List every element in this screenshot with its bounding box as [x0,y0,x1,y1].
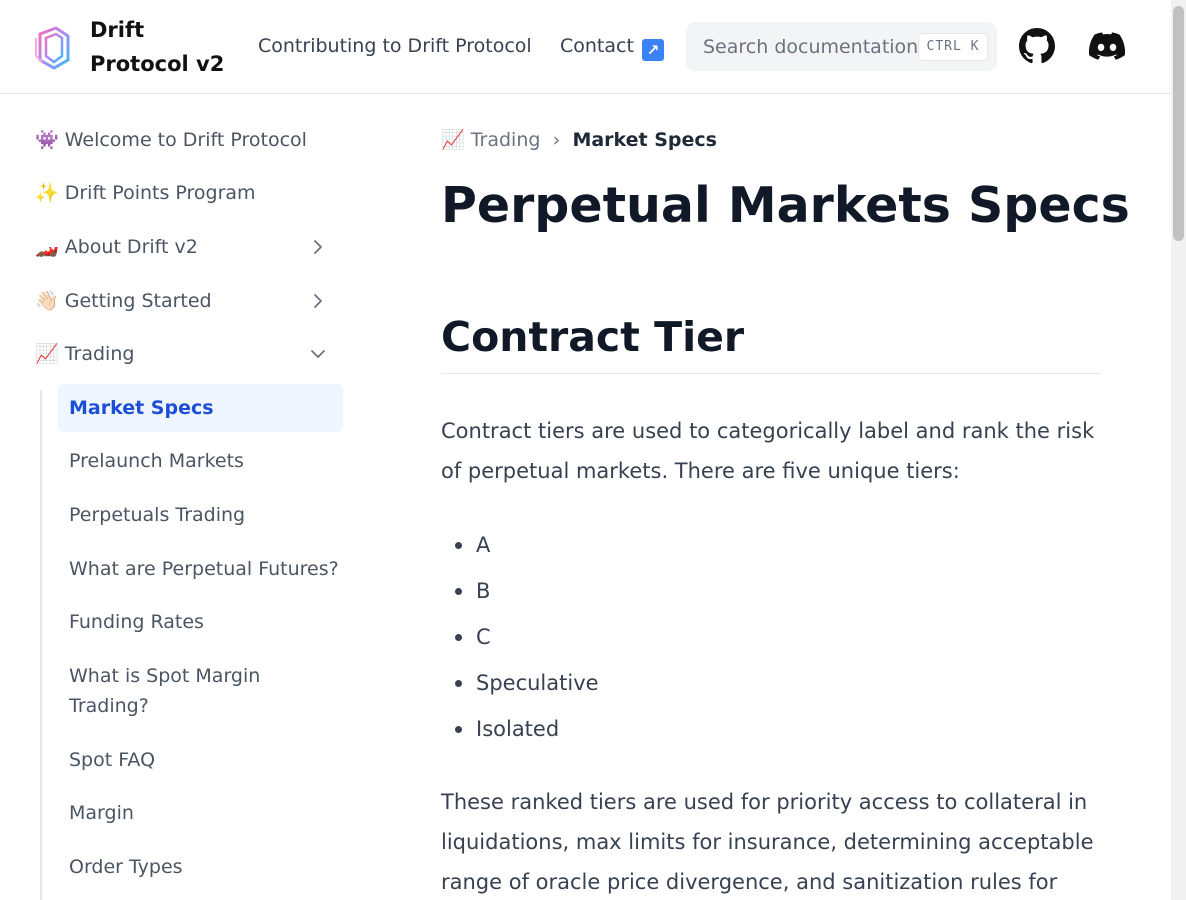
sidebar-item-spot-faq[interactable]: Spot FAQ [69,745,339,775]
sidebar-item-label: Getting Started [64,290,212,312]
sidebar-item-label: About Drift v2 [64,236,198,258]
sidebar-item-market-specs[interactable]: Market Specs [69,393,339,423]
sidebar-item-label: Welcome to Drift Protocol [64,129,307,151]
sidebar-item-getting-started[interactable]: 👋🏻 Getting Started [35,287,335,315]
top-header: Drift Protocol v2 Contributing to Drift … [0,0,1171,94]
intro-paragraph: Contract tiers are used to categorically… [441,419,1095,483]
sidebar-item-emoji: 🏎️ [35,236,59,258]
list-item: A [441,522,1101,568]
sidebar-item-perpetual-futures[interactable]: What are Perpetual Futures? [69,554,339,584]
tiers-usage-paragraph: These ranked tiers are used for priority… [441,790,1094,894]
page-scrollbar-thumb[interactable] [1173,6,1184,241]
search-input[interactable]: Search documentation... CTRL K [686,22,997,71]
external-link-icon: ↗ [641,39,664,61]
tier-list: A B C Speculative Isolated [441,522,1101,752]
breadcrumb: 📈 Trading › Market Specs [441,126,717,154]
chevron-down-icon[interactable] [308,344,328,364]
github-icon[interactable] [1019,28,1055,64]
list-item: C [441,614,1101,660]
breadcrumb-emoji: 📈 [441,129,465,151]
sidebar-item-points-program[interactable]: ✨ Drift Points Program [35,179,335,207]
sidebar-item-welcome[interactable]: 👾 Welcome to Drift Protocol [35,126,335,154]
search-placeholder: Search documentation... [703,36,918,58]
chevron-right-icon: › [552,129,561,151]
breadcrumb-current: Market Specs [572,129,717,151]
sidebar-item-emoji: 👋🏻 [35,290,59,312]
chevron-right-icon[interactable] [308,291,328,311]
sidebar-item-emoji: 👾 [35,129,59,151]
sidebar-item-about[interactable]: 🏎️ About Drift v2 [35,233,335,261]
sidebar-item-prelaunch-markets[interactable]: Prelaunch Markets [69,446,339,476]
section-heading: Contract Tier [441,313,745,361]
sidebar-item-order-types[interactable]: Order Types [69,852,339,882]
nav-contact-link[interactable]: Contact ↗ [560,32,664,61]
heading-divider [441,373,1101,374]
breadcrumb-parent-link[interactable]: Trading [471,129,541,151]
chevron-right-icon[interactable] [308,237,328,257]
search-shortcut-badge: CTRL K [918,33,988,61]
sidebar-item-perpetuals-trading[interactable]: Perpetuals Trading [69,500,339,530]
sidebar-item-trading[interactable]: 📈 Trading [35,340,335,368]
list-item: B [441,568,1101,614]
sidebar-item-label: Trading [64,343,135,365]
discord-icon[interactable] [1089,31,1125,61]
brand-title[interactable]: Drift Protocol v2 [90,13,240,81]
page-title: Perpetual Markets Specs [441,177,1130,234]
sidebar-item-funding-rates[interactable]: Funding Rates [69,607,339,637]
sidebar-item-emoji: 📈 [35,343,59,365]
nav-contributing-link[interactable]: Contributing to Drift Protocol [258,32,532,60]
sidebar-item-margin[interactable]: Margin [69,798,339,828]
list-item: Speculative [441,660,1101,706]
sidebar-item-spot-margin-trading[interactable]: What is Spot Margin Trading? [69,661,299,721]
drift-logo-icon[interactable] [34,26,70,70]
nav-contact-label: Contact [560,35,634,57]
sidebar-item-label: Drift Points Program [64,182,256,204]
sidebar-item-emoji: ✨ [35,182,59,204]
list-item: Isolated [441,706,1101,752]
sidebar-subtree-line [40,390,42,900]
